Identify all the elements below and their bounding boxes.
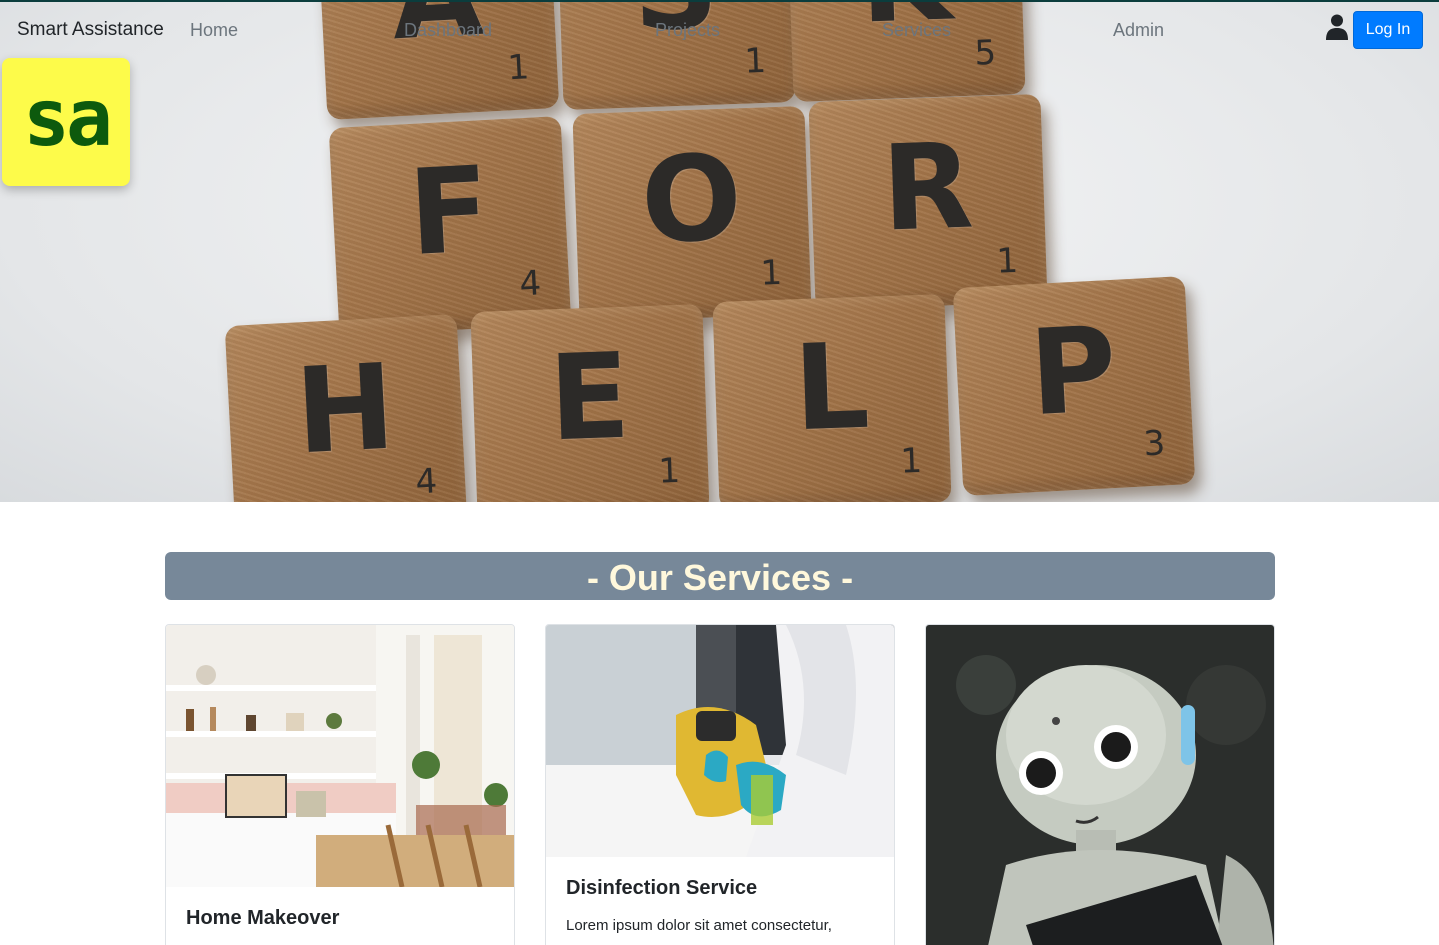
services-heading: - Our Services - <box>165 552 1275 600</box>
tile-points: 1 <box>657 450 681 492</box>
tile-points: 4 <box>414 461 439 502</box>
tile-points: 1 <box>995 240 1019 282</box>
tile-letter: P <box>1026 299 1121 443</box>
tile-letter: H <box>292 337 399 481</box>
card-image-disinfection <box>546 625 894 857</box>
nav-link-services[interactable]: Services <box>882 20 951 41</box>
tile-letter: L <box>791 316 872 458</box>
tile-letter: O <box>638 128 745 270</box>
tile-points: 4 <box>518 263 543 305</box>
service-card-robot[interactable] <box>925 624 1275 945</box>
login-button[interactable]: Log In <box>1353 11 1423 49</box>
hero-tile: L 1 <box>712 294 952 502</box>
card-title: Disinfection Service <box>566 877 758 899</box>
top-navbar: Smart Assistance Home Dashboard Projects… <box>0 0 1439 60</box>
nav-link-admin[interactable]: Admin <box>1113 20 1164 41</box>
nav-link-home[interactable]: Home <box>190 20 238 41</box>
nav-link-dashboard[interactable]: Dashboard <box>404 20 492 41</box>
card-text: Lorem ipsum dolor sit amet consectetur, <box>566 917 832 934</box>
hero-tile: P 3 <box>952 276 1196 496</box>
hero-tile: F 4 <box>328 116 572 336</box>
tile-points: 3 <box>1142 423 1167 465</box>
hero-banner: A 1 S 1 K 5 F 4 O 1 R 1 H 4 E 1 L 1 P 3 <box>0 0 1439 502</box>
card-image-robot <box>926 625 1274 945</box>
hero-tile: H 4 <box>224 314 468 502</box>
card-title: Home Makeover <box>186 907 340 929</box>
tile-letter: R <box>879 116 976 258</box>
tile-points: 1 <box>759 252 783 294</box>
tile-letter: E <box>546 326 633 468</box>
site-logo[interactable]: sa <box>2 58 130 186</box>
user-icon[interactable] <box>1326 14 1348 40</box>
navbar-brand[interactable]: Smart Assistance <box>17 19 164 41</box>
logo-text: sa <box>23 74 113 164</box>
hero-tile: R 1 <box>808 94 1048 310</box>
card-image-room <box>166 625 514 887</box>
tile-letter: F <box>405 140 494 283</box>
service-card-disinfection[interactable]: Disinfection Service Lorem ipsum dolor s… <box>545 624 895 945</box>
hero-tile: O 1 <box>572 106 812 322</box>
service-card-home-makeover[interactable]: Home Makeover <box>165 624 515 945</box>
nav-link-projects[interactable]: Projects <box>655 20 720 41</box>
tile-points: 1 <box>899 440 923 482</box>
hero-tile: E 1 <box>470 304 710 502</box>
